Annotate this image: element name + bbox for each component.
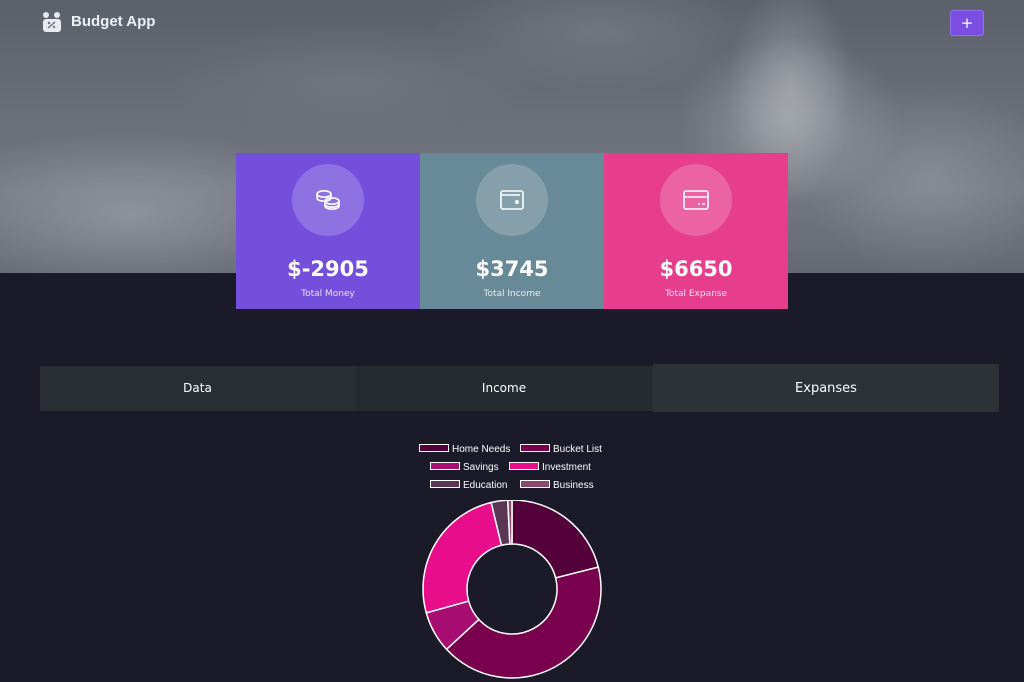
- donut-svg: [422, 500, 602, 679]
- total-money-label: Total Money: [301, 289, 355, 299]
- wallet-icon: [500, 190, 524, 210]
- legend-label: Savings: [463, 462, 499, 473]
- total-income-label: Total Income: [483, 289, 541, 299]
- header: Budget App +: [0, 0, 1024, 46]
- budget-app-page: Budget App + $-2905 Total Money $3745 To…: [0, 0, 1024, 682]
- legend-item-bucket-list[interactable]: Bucket List: [520, 444, 602, 456]
- legend-label: Bucket List: [553, 444, 602, 455]
- coins-icon: [316, 190, 340, 211]
- legend-swatch: [520, 480, 550, 489]
- tab-bar: Data Income Expanses: [40, 364, 999, 412]
- total-expanse-label: Total Expanse: [664, 289, 728, 299]
- total-expanse-card: $6650 Total Expanse: [604, 153, 788, 309]
- credit-card-icon-circle: [660, 164, 732, 236]
- coins-icon-circle: [292, 164, 364, 236]
- app-title[interactable]: Budget App: [71, 13, 155, 30]
- tab-expanses[interactable]: Expanses: [653, 364, 999, 412]
- legend-swatch: [419, 444, 449, 453]
- legend-swatch: [509, 462, 539, 471]
- donut-slice-investment[interactable]: [422, 501, 503, 614]
- total-expanse-amount: $6650: [659, 257, 733, 281]
- legend-item-savings[interactable]: Savings: [430, 462, 499, 474]
- expanses-donut-chart: Home Needs Bucket List Savings Investment Ed…: [400, 440, 624, 682]
- legend-label: Home Needs: [452, 444, 511, 455]
- legend-swatch: [520, 444, 550, 453]
- legend-item-business[interactable]: Business: [520, 480, 594, 492]
- legend-label: Business: [553, 480, 594, 491]
- credit-card-icon: [683, 190, 709, 210]
- total-income-card: $3745 Total Income: [420, 153, 604, 309]
- donut-slice-home-needs[interactable]: [511, 500, 600, 579]
- piggy-bank-icon[interactable]: [41, 11, 63, 33]
- total-income-amount: $3745: [475, 257, 549, 281]
- total-money-amount: $-2905: [287, 257, 369, 281]
- tab-income[interactable]: Income: [355, 366, 653, 411]
- summary-cards: $-2905 Total Money $3745 Total Income $6…: [236, 153, 788, 309]
- tab-data[interactable]: Data: [40, 366, 355, 411]
- wallet-icon-circle: [476, 164, 548, 236]
- legend-label: Investment: [542, 462, 591, 473]
- legend-item-investment[interactable]: Investment: [509, 462, 591, 474]
- legend-swatch: [430, 462, 460, 471]
- legend-item-education[interactable]: Education: [430, 480, 507, 492]
- legend-swatch: [430, 480, 460, 489]
- add-button[interactable]: +: [950, 10, 984, 36]
- total-money-card: $-2905 Total Money: [236, 153, 420, 309]
- legend-item-home-needs[interactable]: Home Needs: [419, 444, 510, 456]
- legend-label: Education: [463, 480, 508, 491]
